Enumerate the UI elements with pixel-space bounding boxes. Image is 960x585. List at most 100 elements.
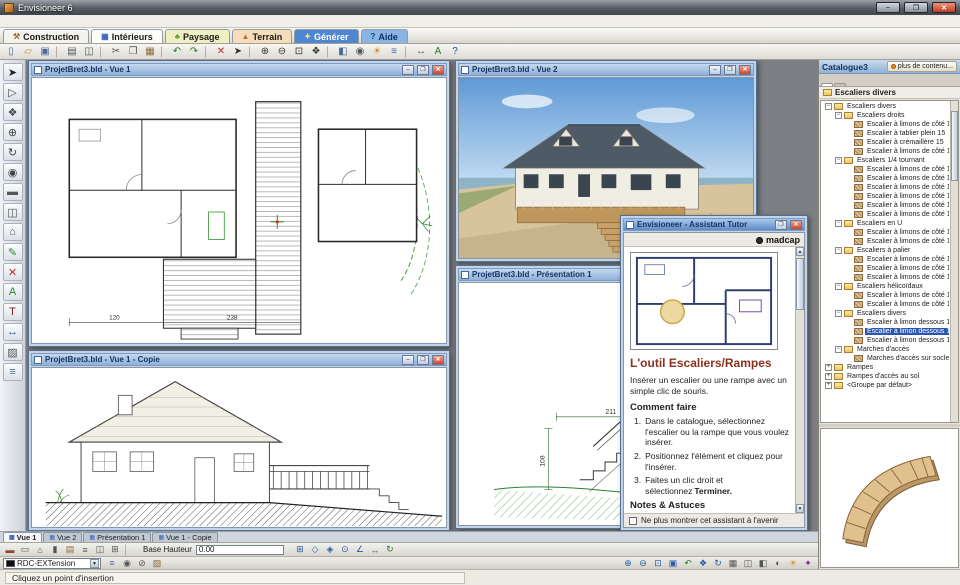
select-tool-icon[interactable]: ➤ (230, 45, 246, 59)
opening-tool-icon[interactable]: ◫ (3, 203, 23, 221)
toolbar-button[interactable] (205, 46, 210, 58)
scroll-up-icon[interactable]: ▲ (796, 247, 804, 256)
pan-tool-icon[interactable]: ❖ (308, 45, 324, 59)
orbit-tool-icon[interactable]: ↻ (3, 143, 23, 161)
catalog-tree-item[interactable]: Escalier à limons de côté 15 (822, 291, 949, 300)
snap-midpoint-icon[interactable]: ◈ (323, 544, 337, 556)
tree-expander-icon[interactable] (845, 337, 852, 344)
vue1-canvas[interactable]: 120 238 (31, 77, 447, 344)
maximize-button[interactable]: ❐ (417, 355, 429, 365)
view-iso-icon[interactable]: ◧ (756, 557, 770, 569)
catalog-tree-item[interactable]: − Escaliers droits (822, 111, 949, 120)
tree-expander-icon[interactable] (845, 193, 852, 200)
catalog-tree-item[interactable]: Escalier à limons de côté 15 (822, 192, 949, 201)
tree-expander-icon[interactable] (845, 319, 852, 326)
view-tab-presentation1[interactable]: ▦ Présentation 1 (83, 532, 151, 542)
tree-expander-icon[interactable]: − (835, 283, 842, 290)
catalog-tree-item[interactable]: Escalier à limons de côté 15 (822, 255, 949, 264)
pan-view-icon[interactable]: ❖ (696, 557, 710, 569)
catalog-tree-item[interactable]: + Rampes d'accès au sol (822, 372, 949, 381)
tree-expander-icon[interactable] (845, 301, 852, 308)
tree-expander-icon[interactable] (845, 175, 852, 182)
wall-mode-icon[interactable]: ▬ (3, 544, 17, 556)
select-arrow-icon[interactable]: ➤ (3, 63, 23, 81)
dimension-tool-icon[interactable]: ↔ (3, 323, 23, 341)
window-vue1-copie-titlebar[interactable]: ProjetBret3.bld - Vue 1 - Copie – ❐ ✕ (31, 353, 447, 366)
catalog-tree-item[interactable]: Escalier à limons de côté 15 (822, 183, 949, 192)
catalog-tree-item[interactable]: − Escaliers divers (822, 309, 949, 318)
zoom-out-tool-icon[interactable]: ⊖ (636, 557, 650, 569)
zoom-extents-icon[interactable]: ⊡ (291, 45, 307, 59)
catalog-header[interactable]: Catalogue3 plus de contenu... (819, 60, 960, 74)
camera-icon[interactable]: ◉ (352, 45, 368, 59)
scrollbar-thumb[interactable] (951, 111, 958, 181)
refresh-view-icon[interactable]: ↻ (383, 544, 397, 556)
catalog-tree-item[interactable]: − Escaliers divers (822, 102, 949, 111)
catalog-tree-item[interactable]: Escalier à limons de côté 15 (822, 237, 949, 246)
tree-expander-icon[interactable] (845, 328, 852, 335)
tree-expander-icon[interactable]: + (825, 373, 832, 380)
hatch-tool-icon[interactable]: ▨ (3, 343, 23, 361)
catalog-tree-item[interactable]: Escalier à limons de côté 15 (822, 273, 949, 282)
catalog-tree-item[interactable]: Escalier à tablier plein 15 (822, 129, 949, 138)
ribbon-tab-generer[interactable]: ✦ Générer (294, 29, 358, 43)
scrollbar-thumb[interactable] (796, 258, 804, 310)
minimize-button[interactable]: – (402, 65, 414, 75)
titlebar[interactable]: Envisioneer 6 – ❐ ✕ (0, 0, 960, 15)
toolbar-button[interactable] (327, 46, 332, 58)
view-3d-icon[interactable]: ◧ (335, 45, 351, 59)
minimize-button[interactable]: – (709, 65, 721, 75)
catalog-tree-item[interactable]: Escalier à limon dessous 15 (822, 327, 949, 336)
zoom-previous-icon[interactable]: ↶ (681, 557, 695, 569)
tree-expander-icon[interactable] (845, 256, 852, 263)
catalog-tree-item[interactable]: Escalier à limon dessous 15 (822, 336, 949, 345)
sun-icon[interactable]: ☀ (369, 45, 385, 59)
tree-expander-icon[interactable]: − (825, 103, 832, 110)
help-icon[interactable]: ? (447, 45, 463, 59)
angle-snap-icon[interactable]: ∠ (353, 544, 367, 556)
catalog-tree-item[interactable]: − Escaliers hélicoïdaux (822, 282, 949, 291)
view-tab-vue1-copie[interactable]: ▦ Vue 1 - Copie (152, 532, 217, 542)
tree-expander-icon[interactable] (845, 238, 852, 245)
catalog-tree-item[interactable]: Escalier à crémaillère 15 (822, 138, 949, 147)
delete-icon[interactable]: ✕ (213, 45, 229, 59)
snap-endpoint-icon[interactable]: ◇ (308, 544, 322, 556)
tree-expander-icon[interactable] (845, 229, 852, 236)
catalog-tree-item[interactable]: Escalier à limon dessous 15 (822, 318, 949, 327)
eraser-tool-icon[interactable]: ✕ (3, 263, 23, 281)
tree-expander-icon[interactable]: + (825, 364, 832, 371)
zoom-out-icon[interactable]: ⊖ (274, 45, 290, 59)
label-tool-icon[interactable]: T (3, 303, 23, 321)
door-mode-icon[interactable]: ◫ (93, 544, 107, 556)
catalog-tree-item[interactable]: − Marches d'accès (822, 345, 949, 354)
railing-mode-icon[interactable]: ≡ (78, 544, 92, 556)
close-window-button[interactable]: ✕ (932, 2, 956, 13)
layers-tool-icon[interactable]: ≡ (3, 363, 23, 381)
catalog-tree-item[interactable]: − Escaliers en U (822, 219, 949, 228)
undo-icon[interactable]: ↶ (169, 45, 185, 59)
catalog-tab-escaliers-rampes[interactable] (821, 83, 833, 86)
close-button[interactable]: ✕ (739, 65, 751, 75)
ribbon-tab-interieurs[interactable]: ▦ Intérieurs (91, 29, 163, 43)
tree-expander-icon[interactable] (845, 202, 852, 209)
pan-hand-icon[interactable]: ❖ (3, 103, 23, 121)
text-tool-icon[interactable]: A (3, 283, 23, 301)
zoom-tool-icon[interactable]: ⊕ (3, 123, 23, 141)
copy-icon[interactable]: ❐ (125, 45, 141, 59)
catalog-tree-item[interactable]: Escalier à limons de côté 15 (822, 228, 949, 237)
catalog-tree-item[interactable]: Marches d'accès sur socle (822, 354, 949, 363)
new-file-icon[interactable]: ▯ (3, 45, 19, 59)
assistant-scrollbar[interactable]: ▲ ▼ (795, 247, 804, 513)
wall-tool-icon[interactable]: ▬ (3, 183, 23, 201)
window-vue1-titlebar[interactable]: ProjetBret3.bld - Vue 1 – ❐ ✕ (31, 63, 447, 76)
minimize-button[interactable]: – (402, 355, 414, 365)
close-button[interactable]: ✕ (432, 355, 444, 365)
toolbar-button[interactable] (100, 46, 105, 58)
sun-position-icon[interactable]: ☀ (786, 557, 800, 569)
layers-icon[interactable]: ≡ (386, 45, 402, 59)
ribbon-tab-aide[interactable]: ? Aide (361, 29, 408, 43)
catalog-tree-item[interactable]: − Escaliers à palier (822, 246, 949, 255)
catalog-tab-rechercher[interactable] (834, 83, 846, 86)
tree-expander-icon[interactable]: − (835, 112, 842, 119)
snap-center-icon[interactable]: ⊙ (338, 544, 352, 556)
